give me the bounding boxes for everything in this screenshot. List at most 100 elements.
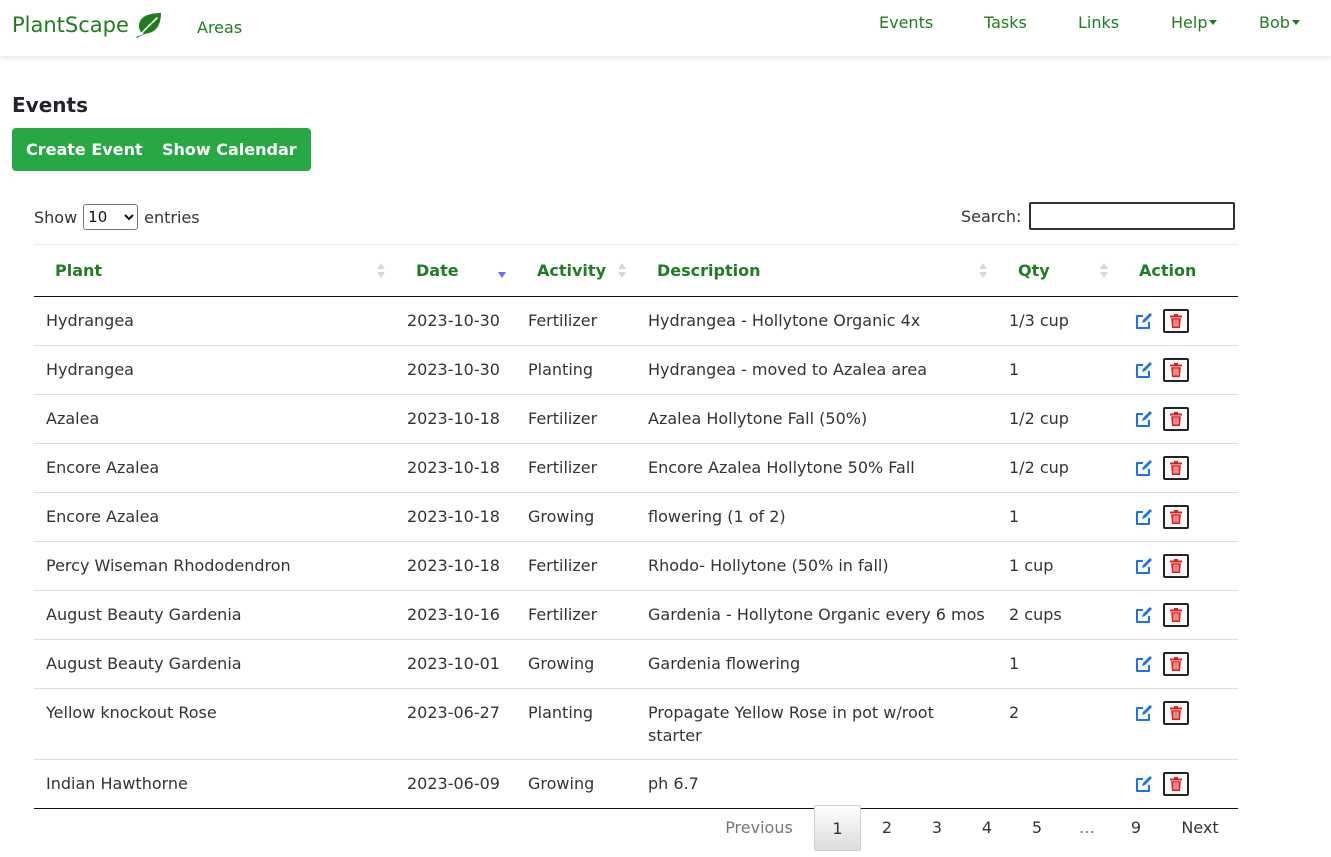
trash-icon <box>1170 608 1182 622</box>
column-header-label: Action <box>1139 261 1197 280</box>
pagination-next[interactable]: Next <box>1166 805 1234 851</box>
pagination-page[interactable]: 9 <box>1113 805 1159 851</box>
delete-button[interactable] <box>1163 505 1189 529</box>
delete-button[interactable] <box>1163 456 1189 480</box>
cell-description: ph 6.7 <box>636 759 997 809</box>
cell-date: 2023-10-18 <box>395 394 516 444</box>
edit-button[interactable] <box>1133 310 1155 332</box>
row-actions <box>1130 456 1228 480</box>
cell-plant: Encore Azalea <box>34 492 395 542</box>
cell-plant: Indian Hawthorne <box>34 759 395 809</box>
cell-activity: Growing <box>516 492 636 542</box>
search-label: Search: <box>961 206 1022 226</box>
cell-activity: Growing <box>516 759 636 809</box>
delete-button[interactable] <box>1163 701 1189 725</box>
table-row: Encore Azalea 2023-10-18 Fertilizer Encore … <box>34 443 1238 493</box>
trash-icon <box>1170 706 1182 720</box>
cell-date: 2023-10-30 <box>395 345 516 395</box>
nav-events[interactable]: Events <box>879 13 933 32</box>
show-calendar-button[interactable]: Show Calendar <box>148 128 311 171</box>
edit-button[interactable] <box>1133 653 1155 675</box>
nav-help-dropdown[interactable]: Help <box>1171 13 1218 32</box>
edit-icon <box>1136 362 1152 378</box>
edit-button[interactable] <box>1133 604 1155 626</box>
cell-date: 2023-10-18 <box>395 492 516 542</box>
cell-qty: 2 cups <box>997 590 1118 640</box>
cell-qty: 2 <box>997 688 1118 760</box>
cell-qty: 1 <box>997 345 1118 395</box>
column-header-plant[interactable]: Plant <box>34 244 395 297</box>
delete-button[interactable] <box>1163 407 1189 431</box>
edit-button[interactable] <box>1133 702 1155 724</box>
delete-button[interactable] <box>1163 652 1189 676</box>
cell-activity: Fertilizer <box>516 443 636 493</box>
delete-button[interactable] <box>1163 309 1189 333</box>
cell-qty: 1/2 cup <box>997 443 1118 493</box>
nav-user-dropdown[interactable]: Bob <box>1259 13 1300 32</box>
delete-button[interactable] <box>1163 554 1189 578</box>
table-row: Azalea 2023-10-18 Fertilizer Azalea Hollyto… <box>34 394 1238 444</box>
nav-links[interactable]: Links <box>1078 13 1119 32</box>
cell-action <box>1118 590 1238 640</box>
row-actions <box>1130 603 1228 627</box>
cell-qty: 1/3 cup <box>997 296 1118 346</box>
pagination-page[interactable]: 2 <box>864 805 910 851</box>
edit-button[interactable] <box>1133 506 1155 528</box>
pagination-page-current[interactable]: 1 <box>814 805 861 851</box>
cell-activity: Fertilizer <box>516 296 636 346</box>
leaf-icon <box>135 13 161 38</box>
pagination-page[interactable]: 5 <box>1014 805 1060 851</box>
table-row: Percy Wiseman Rhododendron 2023-10-18 Fert… <box>34 541 1238 591</box>
row-actions <box>1130 652 1228 676</box>
cell-qty: 1 <box>997 492 1118 542</box>
column-header-description[interactable]: Description <box>636 244 997 297</box>
show-label: Show <box>34 207 78 227</box>
entries-per-page-select[interactable]: 10 <box>83 204 139 230</box>
column-header-qty[interactable]: Qty <box>997 244 1118 297</box>
table-row: Encore Azalea 2023-10-18 Growing flowering … <box>34 492 1238 542</box>
edit-icon <box>1136 313 1152 329</box>
column-header-activity[interactable]: Activity <box>516 244 636 297</box>
column-header-label: Description <box>657 261 761 280</box>
trash-icon <box>1170 510 1182 524</box>
edit-icon <box>1136 656 1152 672</box>
column-header-label: Plant <box>55 261 103 280</box>
cell-plant: August Beauty Gardenia <box>34 639 395 689</box>
cell-action <box>1118 688 1238 760</box>
edit-icon <box>1136 411 1152 427</box>
table-body: Hydrangea 2023-10-30 Fertilizer Hydrangea -… <box>34 296 1238 809</box>
cell-activity: Fertilizer <box>516 541 636 591</box>
cell-action <box>1118 443 1238 493</box>
edit-button[interactable] <box>1133 457 1155 479</box>
column-header-date[interactable]: Date <box>395 244 516 297</box>
row-actions <box>1130 554 1228 578</box>
cell-qty: 1 cup <box>997 541 1118 591</box>
edit-button[interactable] <box>1133 555 1155 577</box>
cell-description: Gardenia flowering <box>636 639 997 689</box>
create-event-button[interactable]: Create Event <box>12 128 157 171</box>
nav-tasks[interactable]: Tasks <box>984 13 1027 32</box>
delete-button[interactable] <box>1163 772 1189 796</box>
pagination-page[interactable]: 3 <box>914 805 960 851</box>
page-title: Events <box>12 93 88 117</box>
brand-name: PlantScape <box>12 13 129 37</box>
pagination-page[interactable]: 4 <box>964 805 1010 851</box>
edit-icon <box>1136 705 1152 721</box>
delete-button[interactable] <box>1163 603 1189 627</box>
nav-areas[interactable]: Areas <box>197 18 242 37</box>
column-header-label: Activity <box>537 261 606 280</box>
cell-description: Hydrangea - Hollytone Organic 4x <box>636 296 997 346</box>
cell-date: 2023-10-01 <box>395 639 516 689</box>
cell-plant: Hydrangea <box>34 296 395 346</box>
edit-button[interactable] <box>1133 773 1155 795</box>
edit-button[interactable] <box>1133 359 1155 381</box>
trash-icon <box>1170 777 1182 791</box>
pagination-previous[interactable]: Previous <box>714 805 804 851</box>
search-input[interactable] <box>1029 202 1236 230</box>
cell-date: 2023-06-09 <box>395 759 516 809</box>
nav-user-label: Bob <box>1259 13 1290 32</box>
trash-icon <box>1170 412 1182 426</box>
delete-button[interactable] <box>1163 358 1189 382</box>
edit-button[interactable] <box>1133 408 1155 430</box>
brand-link[interactable]: PlantScape <box>12 10 164 40</box>
